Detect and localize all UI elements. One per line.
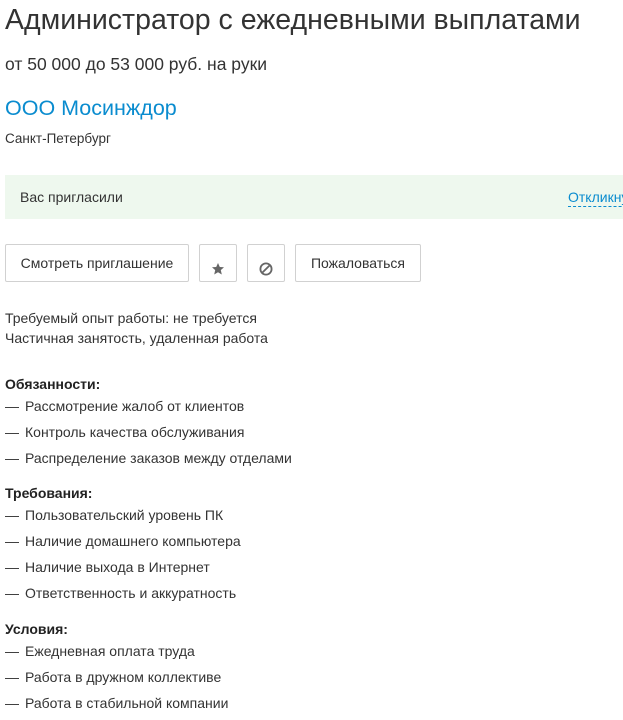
favorite-button[interactable] (199, 244, 237, 282)
list-item: — Работа в стабильной компании (5, 694, 228, 720)
list-marker: — (5, 507, 19, 523)
section-title: Требования: (5, 485, 93, 501)
list-marker: — (5, 398, 19, 414)
requirements-section: Требования: — Пользовательский уровень ПК… (5, 484, 241, 610)
report-button[interactable]: Пожаловаться (295, 244, 421, 282)
list-marker: — (5, 424, 19, 440)
requirements-list: — Пользовательский уровень ПК — Наличие до… (5, 506, 241, 610)
section-title: Обязанности: (5, 376, 101, 392)
list-item-text: Работа в дружном коллективе (25, 669, 222, 685)
list-item: — Распределение заказов между отделами (5, 449, 292, 475)
block-icon (259, 262, 273, 275)
conditions-list: — Ежедневная оплата труда — Работа в дружн… (5, 642, 228, 720)
city: Санкт-Петербург (5, 131, 111, 146)
list-marker: — (5, 585, 19, 601)
invitation-banner: Вас пригласили Откликнуться (5, 175, 623, 219)
list-item-text: Наличие домашнего компьютера (25, 533, 241, 549)
company-link[interactable]: ООО Мосинждор (5, 94, 177, 122)
list-item: — Пользовательский уровень ПК (5, 506, 241, 532)
invitation-text: Вас пригласили (20, 189, 123, 205)
list-item-text: Рассмотрение жалоб от клиентов (25, 398, 245, 414)
list-item-text: Ежедневная оплата труда (25, 643, 195, 659)
duties-list: — Рассмотрение жалоб от клиентов — Контрол… (5, 397, 292, 475)
view-invitation-button[interactable]: Смотреть приглашение (5, 244, 189, 282)
duties-section: Обязанности: — Рассмотрение жалоб от клие… (5, 375, 292, 475)
conditions-section: Условия: — Ежедневная оплата труда — Работ… (5, 620, 228, 720)
list-item-text: Ответственность и аккуратность (25, 585, 237, 601)
list-item-text: Работа в стабильной компании (25, 695, 229, 711)
hide-vacancy-button[interactable] (247, 244, 285, 282)
vacancy-title: Администратор с ежедневными выплатами (5, 4, 581, 36)
list-item: — Работа в дружном коллективе (5, 668, 228, 694)
star-icon (212, 262, 224, 274)
list-item-text: Контроль качества обслуживания (25, 424, 245, 440)
list-item: — Наличие домашнего компьютера (5, 532, 241, 558)
list-item-text: Наличие выхода в Интернет (25, 559, 210, 575)
section-title: Условия: (5, 621, 68, 637)
list-marker: — (5, 450, 19, 466)
list-marker: — (5, 559, 19, 575)
list-item-text: Распределение заказов между отделами (25, 450, 292, 466)
list-item: — Ежедневная оплата труда (5, 642, 228, 668)
salary: от 50 000 до 53 000 руб. на руки (5, 54, 268, 74)
list-marker: — (5, 533, 19, 549)
list-item-text: Пользовательский уровень ПК (25, 507, 224, 523)
experience-required: Требуемый опыт работы: не требуется (5, 310, 257, 326)
list-item: — Наличие выхода в Интернет (5, 558, 241, 584)
list-item: — Рассмотрение жалоб от клиентов (5, 397, 292, 423)
list-marker: — (5, 695, 19, 711)
employment-type: Частичная занятость, удаленная работа (5, 330, 268, 346)
list-item: — Ответственность и аккуратность (5, 584, 241, 610)
list-marker: — (5, 669, 19, 685)
list-marker: — (5, 643, 19, 659)
respond-link[interactable]: Откликнуться (568, 188, 623, 207)
list-item: — Контроль качества обслуживания (5, 423, 292, 449)
